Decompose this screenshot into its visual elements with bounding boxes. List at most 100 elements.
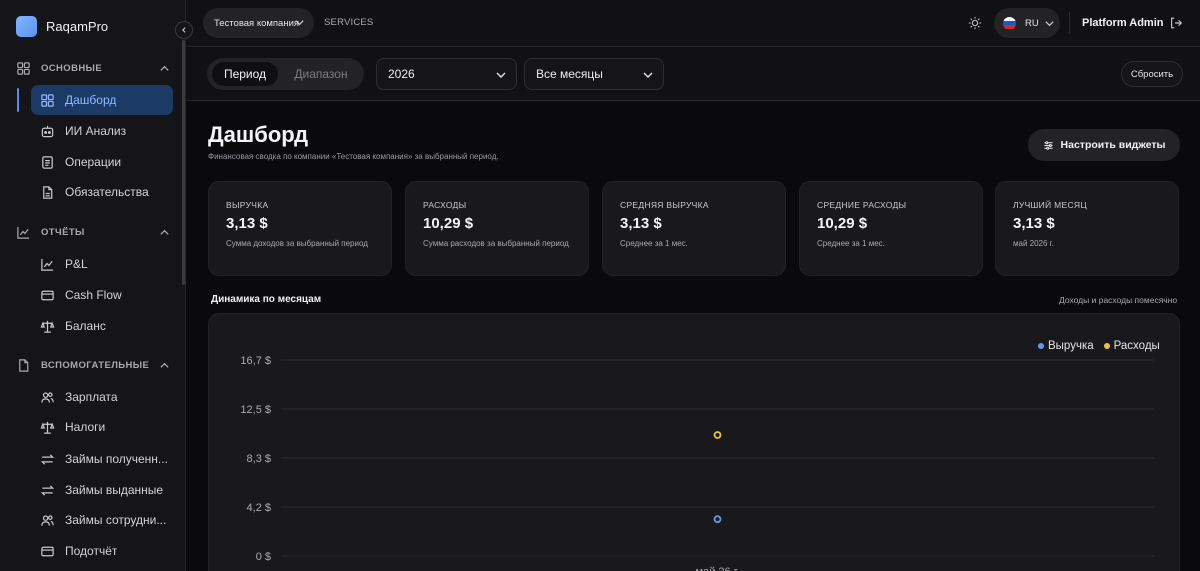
sidebar-item-employee-loans[interactable]: Займы сотрудни...	[31, 505, 173, 535]
y-tick-label: 16,7 $	[240, 355, 271, 367]
brand-name: RaqamPro	[46, 19, 109, 34]
chevron-up-icon	[159, 227, 170, 238]
sidebar-item-ai-analysis[interactable]: ИИ Анализ	[31, 116, 173, 146]
chevron-down-icon	[1044, 18, 1055, 29]
chevron-down-icon	[642, 69, 654, 81]
divider	[1069, 12, 1070, 34]
arrows-icon	[40, 452, 55, 467]
chart-plot: 0 $ 4,2 $ 8,3 $ 12,5 $ 16,7 $ май 26 г.	[240, 355, 1154, 571]
kpi-description: Среднее за 1 мес.	[817, 239, 885, 248]
trend-icon	[40, 257, 55, 272]
sliders-icon	[1043, 140, 1054, 151]
scale-icon	[40, 319, 55, 334]
year-select-value: 2026	[388, 67, 415, 81]
year-select[interactable]: 2026	[376, 58, 517, 90]
sidebar-item-salary[interactable]: Зарплата	[31, 382, 173, 412]
legend-item-expenses[interactable]: Расходы	[1103, 340, 1160, 352]
company-select[interactable]: Тестовая компания	[203, 8, 314, 38]
chevron-up-icon	[159, 63, 170, 74]
legend-label: Расходы	[1113, 340, 1160, 352]
scale-icon	[40, 420, 55, 435]
sidebar-item-label: Дашборд	[65, 93, 117, 107]
sidebar-scrollbar[interactable]	[182, 40, 185, 285]
kpi-description: Среднее за 1 мес.	[620, 239, 688, 248]
kpi-card-revenue: ВЫРУЧКА 3,13 $ Сумма доходов за выбранны…	[208, 181, 392, 276]
kpi-label: РАСХОДЫ	[423, 200, 467, 210]
section-reports[interactable]: ОТЧЁТЫ	[16, 222, 170, 242]
page-title: Дашборд	[208, 122, 309, 147]
kpi-value: 3,13 $	[226, 215, 268, 232]
sidebar-item-accountable[interactable]: Подотчёт	[31, 536, 173, 566]
data-point[interactable]	[713, 431, 722, 439]
chevron-down-icon	[294, 17, 305, 28]
legend-item-revenue[interactable]: Выручка	[1038, 340, 1094, 352]
y-tick-label: 12,5 $	[240, 404, 271, 416]
sidebar-item-label: Операции	[65, 155, 122, 169]
sidebar-item-pnl[interactable]: P&L	[31, 249, 173, 279]
sidebar-item-loans-received[interactable]: Займы полученн...	[31, 444, 173, 474]
legend-dot	[1038, 343, 1044, 349]
chart-legend: Выручка Расходы	[1038, 340, 1160, 352]
kpi-value: 10,29 $	[817, 215, 868, 232]
sidebar-item-taxes[interactable]: Налоги	[31, 412, 173, 442]
sidebar-item-operations[interactable]: Операции	[31, 147, 173, 177]
active-indicator	[17, 88, 19, 112]
document-icon	[16, 358, 31, 373]
robot-icon	[40, 124, 55, 139]
data-point[interactable]	[713, 515, 722, 524]
language-code: RU	[1025, 17, 1039, 29]
y-tick-label: 0 $	[256, 551, 271, 563]
sidebar-item-label: Зарплата	[65, 390, 118, 404]
section-label: ОСНОВНЫЕ	[41, 62, 103, 74]
legend-label: Выручка	[1048, 340, 1094, 352]
sidebar-item-cash-flow[interactable]: Cash Flow	[31, 280, 173, 310]
monthly-chart: 0 $ 4,2 $ 8,3 $ 12,5 $ 16,7 $ май 26 г. Выруч…	[208, 313, 1180, 571]
chevron-up-icon	[159, 360, 170, 371]
brand-logo	[16, 16, 37, 37]
period-mode-toggle: Период Диапазон	[207, 58, 364, 90]
chart-title: Динамика по месяцам	[211, 294, 322, 305]
sidebar-item-label: Обязательства	[65, 185, 149, 199]
logout-icon[interactable]	[1169, 16, 1183, 30]
section-label: ВСПОМОГАТЕЛЬНЫЕ	[41, 359, 150, 371]
theme-toggle-sun-icon[interactable]	[968, 16, 982, 30]
kpi-label: СРЕДНИЕ РАСХОДЫ	[817, 200, 907, 210]
sidebar-item-label: ИИ Анализ	[65, 124, 127, 138]
legend-dot	[1103, 343, 1110, 349]
sidebar-item-label: Налоги	[65, 420, 106, 434]
kpi-card-expenses: РАСХОДЫ 10,29 $ Сумма расходов за выбран…	[405, 181, 589, 276]
sidebar-item-label: Займы полученн...	[65, 452, 168, 466]
sidebar-collapse-button[interactable]	[175, 21, 193, 39]
sidebar-item-loans-issued[interactable]: Займы выданные	[31, 475, 173, 505]
file-list-icon	[40, 155, 55, 170]
month-select[interactable]: Все месяцы	[524, 58, 664, 90]
sidebar-item-balance[interactable]: Баланс	[31, 311, 173, 341]
brand[interactable]: RaqamPro	[16, 16, 108, 37]
sidebar-item-label: Подотчёт	[65, 544, 118, 558]
section-auxiliary[interactable]: ВСПОМОГАТЕЛЬНЫЕ	[16, 355, 170, 375]
reset-button[interactable]: Сбросить	[1121, 61, 1183, 87]
kpi-value: 10,29 $	[423, 215, 474, 232]
users-icon	[40, 390, 55, 405]
month-select-value: Все месяцы	[536, 67, 603, 81]
file-icon	[40, 185, 55, 200]
configure-widgets-button[interactable]: Настроить виджеты	[1028, 129, 1180, 161]
language-select[interactable]: RU	[994, 8, 1060, 38]
chart-note: Доходы и расходы помесячно	[1059, 295, 1178, 305]
sidebar-item-label: Займы выданные	[65, 483, 164, 497]
company-select-value: Тестовая компания	[214, 17, 300, 29]
russia-flag-icon	[1003, 16, 1016, 30]
configure-widgets-label: Настроить виджеты	[1060, 139, 1166, 151]
arrows-icon	[40, 483, 55, 498]
sidebar-item-obligations[interactable]: Обязательства	[31, 177, 173, 207]
x-tick-label: май 26 г.	[696, 566, 740, 571]
user-name[interactable]: Platform Admin	[1082, 17, 1164, 29]
dashboard-icon	[40, 93, 55, 108]
services-link[interactable]: SERVICES	[324, 17, 373, 28]
range-tab[interactable]: Диапазон	[283, 62, 359, 86]
sidebar-item-dashboard[interactable]: Дашборд	[31, 85, 173, 115]
card-icon	[40, 544, 55, 559]
period-tab[interactable]: Период	[212, 62, 278, 86]
kpi-description: Сумма расходов за выбранный период	[423, 239, 569, 248]
section-main[interactable]: ОСНОВНЫЕ	[16, 58, 170, 78]
